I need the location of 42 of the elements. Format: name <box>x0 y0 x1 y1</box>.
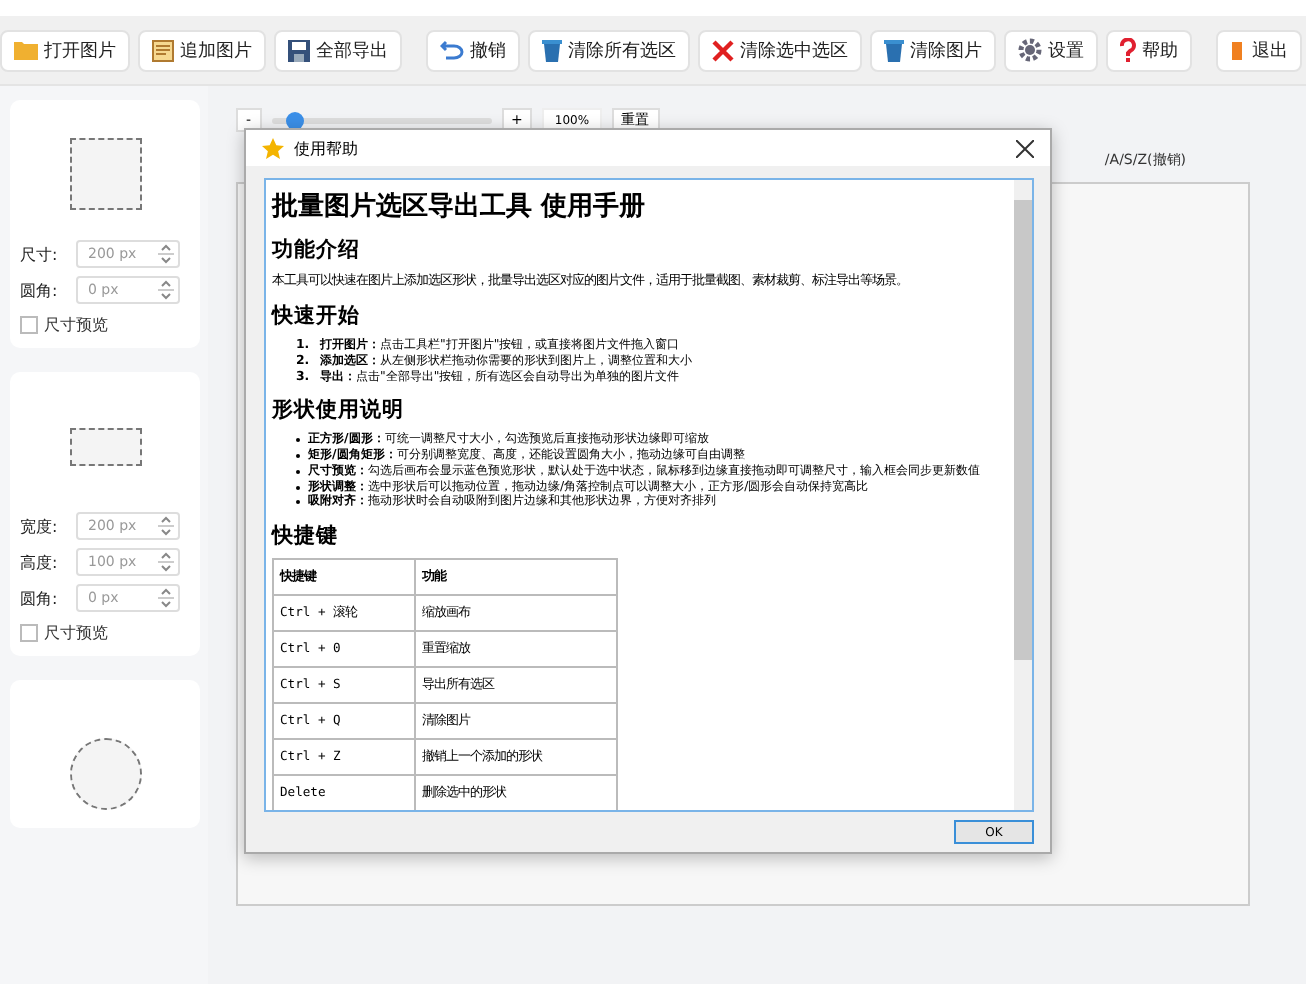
preview-checkbox[interactable]: 尺寸预览 <box>10 616 108 644</box>
spinner-arrows-icon <box>158 548 174 576</box>
toolbar-button[interactable]: 追加图片 <box>138 29 266 71</box>
scrollbar[interactable] <box>1014 180 1032 810</box>
spinner-arrows-icon <box>158 240 174 268</box>
field-label: 高度: <box>20 551 60 573</box>
undo-icon <box>440 40 464 60</box>
trash-icon <box>884 38 904 62</box>
toolbar-button[interactable]: 全部导出 <box>274 29 402 71</box>
field-label: 宽度: <box>20 515 60 537</box>
section-heading: 形状使用说明 <box>272 396 406 425</box>
toolbar-button[interactable]: 退出 <box>1216 29 1302 71</box>
save-icon <box>288 39 310 61</box>
field-label: 圆角: <box>20 587 60 609</box>
spinner-arrows-icon <box>158 584 174 612</box>
close-icon <box>712 39 734 61</box>
preview-checkbox[interactable]: 尺寸预览 <box>10 308 108 336</box>
toolbar-button[interactable]: 打开图片 <box>0 29 130 71</box>
spinner-arrows-icon <box>158 512 174 540</box>
toolbar-button[interactable]: 撤销 <box>426 29 520 71</box>
section-heading: 快捷键 <box>272 522 340 550</box>
star-icon <box>262 137 284 159</box>
square-shape-icon <box>69 138 141 210</box>
toolbar-button[interactable]: 清除所有选区 <box>528 29 690 71</box>
toolbar-button[interactable]: 清除选中选区 <box>698 29 862 71</box>
section-heading: 功能介绍 <box>272 236 362 264</box>
close-icon[interactable] <box>1016 139 1034 157</box>
dialog-title: 使用帮助 <box>294 137 358 159</box>
field-label: 尺寸: <box>20 243 60 265</box>
help-icon <box>1120 38 1136 62</box>
folder-icon <box>14 40 38 60</box>
trash-icon <box>542 38 562 62</box>
section-heading: 快速开始 <box>272 302 362 330</box>
field-label: 圆角: <box>20 279 60 301</box>
toolbar-button[interactable]: 帮助 <box>1106 29 1192 71</box>
document-heading: 批量图片选区导出工具 使用手册 <box>272 189 648 224</box>
spinner-arrows-icon <box>158 276 174 304</box>
settings-icon <box>1018 38 1042 62</box>
circle-shape-icon <box>69 738 141 810</box>
toolbar-button[interactable]: 设置 <box>1004 29 1098 71</box>
rectangle-shape-icon <box>69 427 141 465</box>
toolbar-button[interactable]: 清除图片 <box>870 29 996 71</box>
